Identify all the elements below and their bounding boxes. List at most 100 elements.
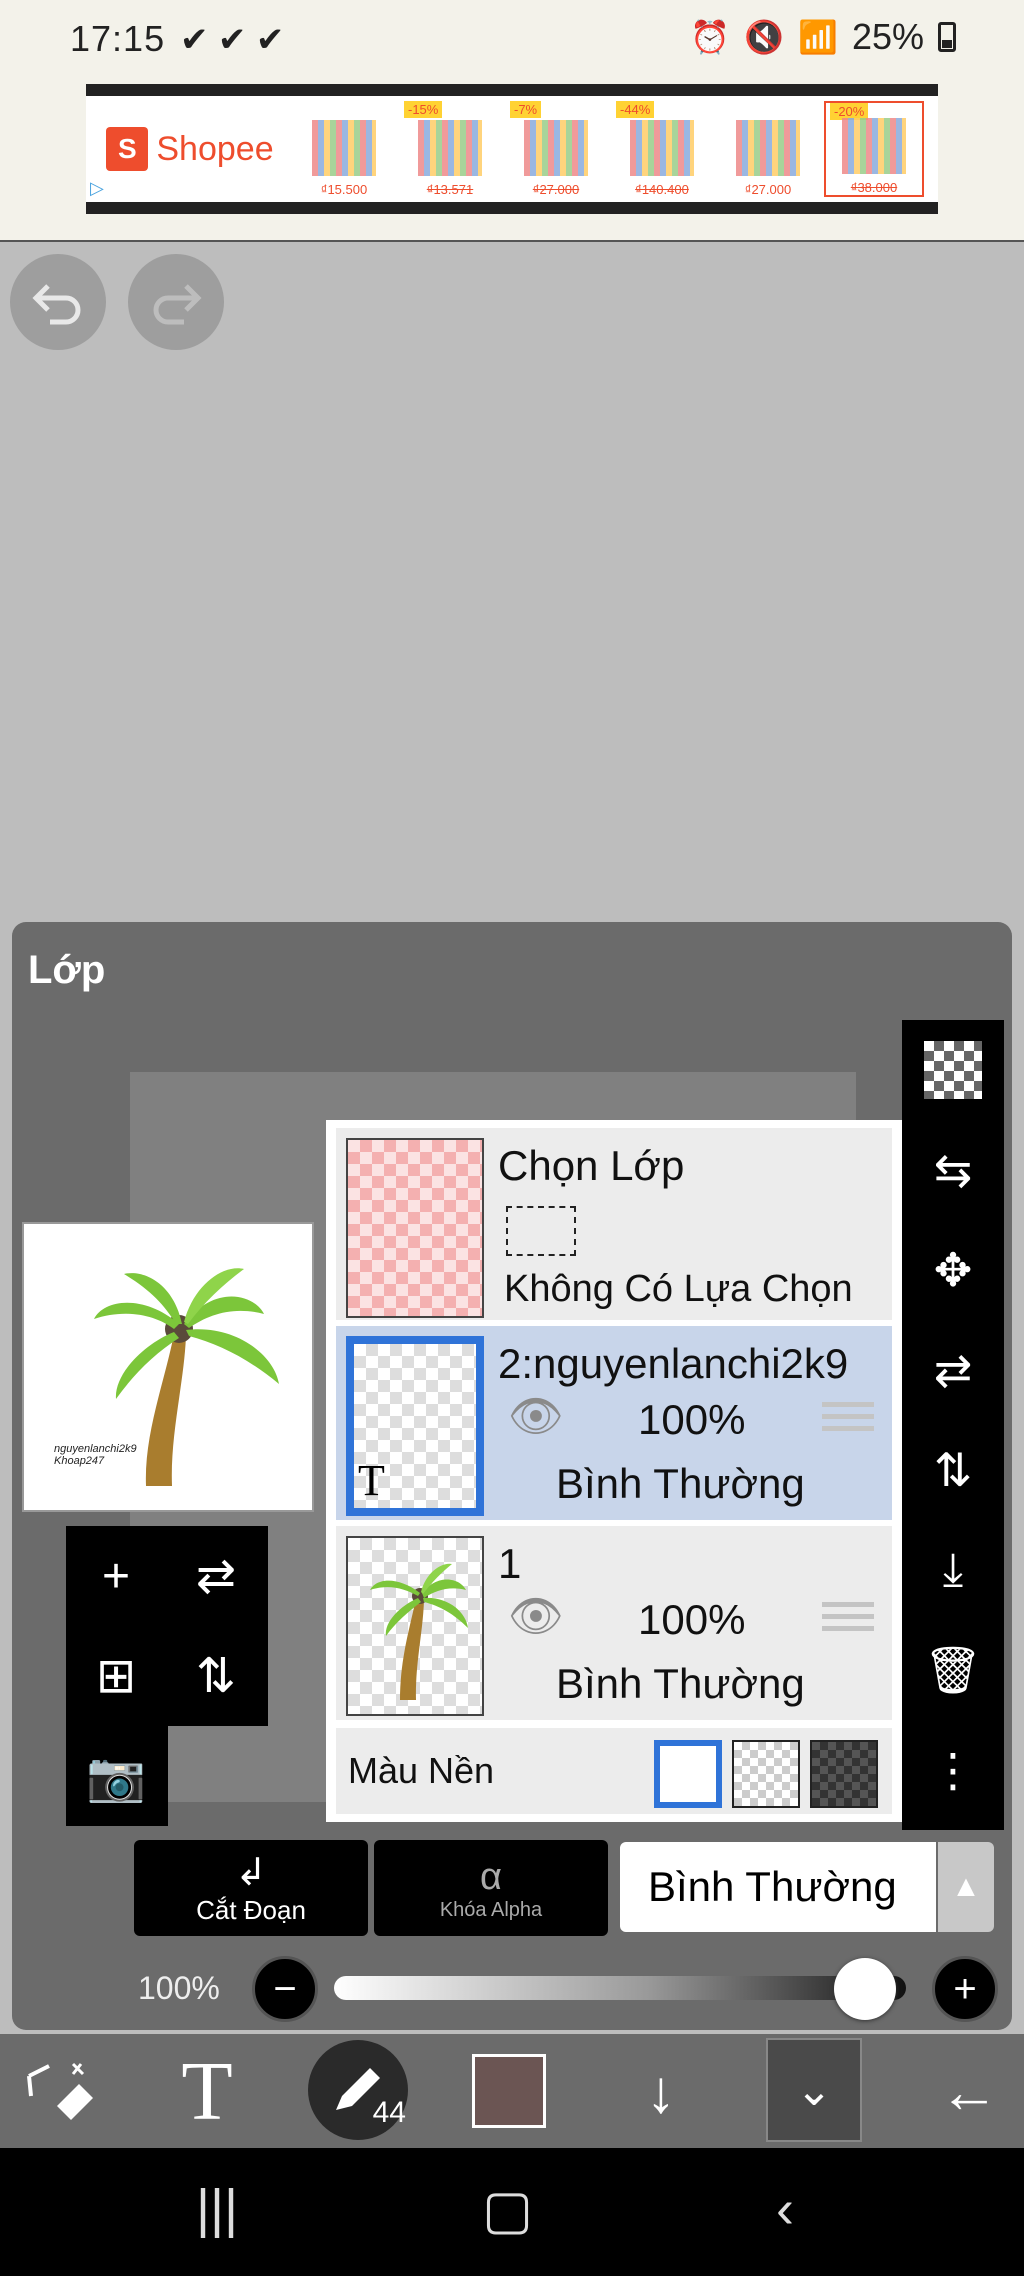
transparent-fill-button[interactable] xyxy=(902,1020,1004,1120)
clipping-label: Cắt Đoạn xyxy=(196,1894,306,1925)
camera-icon: 📷 xyxy=(86,1750,146,1804)
flip-vertical-button[interactable]: ⇅ xyxy=(166,1626,266,1726)
background-transparent-swatch[interactable] xyxy=(732,1740,800,1808)
opacity-increase-button[interactable]: + xyxy=(932,1956,998,2022)
recent-apps-icon[interactable]: ||| xyxy=(196,2178,238,2240)
layer-row-1[interactable]: 1 👁 100% Bình Thường xyxy=(336,1526,892,1720)
undo-button[interactable] xyxy=(10,254,106,350)
camera-tool: 📷 xyxy=(66,1726,168,1826)
shopee-brand: Shopee xyxy=(156,129,274,168)
battery-icon xyxy=(938,22,956,52)
layer-blend-mode: Bình Thường xyxy=(556,1460,805,1507)
layer-list: Chọn Lớp Không Có Lựa Chọn T 2:nguyenlan… xyxy=(326,1120,902,1822)
ad-product[interactable]: -20% ₫38.000 xyxy=(824,101,924,197)
delete-layer-button[interactable]: 🗑 xyxy=(902,1620,1004,1720)
flip-horizontal-button[interactable]: ⇄ xyxy=(166,1526,266,1626)
ad-choices-icon[interactable]: ▷ xyxy=(90,178,112,200)
svg-text:nguyenlanchi2k9: nguyenlanchi2k9 xyxy=(54,1443,137,1455)
redo-button[interactable] xyxy=(128,254,224,350)
background-dark-swatch[interactable] xyxy=(810,1740,878,1808)
alpha-lock-label: Khóa Alpha xyxy=(439,1898,543,1921)
ad-product[interactable]: -44% ₫140.400 xyxy=(612,101,712,197)
flip-vertical-icon: ⇅ xyxy=(933,1444,973,1496)
status-time: 17:15 xyxy=(70,18,166,59)
shopee-bag-icon: S xyxy=(106,127,149,171)
duplicate-icon: ⊞ xyxy=(95,1650,137,1703)
flip-vertical-side-button[interactable]: ⇅ xyxy=(902,1420,1004,1520)
arrow-down-icon: ↓ xyxy=(646,2057,676,2125)
text-tool-button[interactable]: T xyxy=(152,2034,262,2148)
product-price: ₫27.000 xyxy=(532,182,580,197)
flip-horizontal-icon: ⇄ xyxy=(933,1344,973,1396)
plus-icon: + xyxy=(953,1966,977,2011)
background-color-label: Màu Nền xyxy=(348,1750,495,1791)
selection-layer-thumbnail xyxy=(346,1138,484,1318)
layer-name[interactable]: 1 xyxy=(498,1540,521,1588)
merge-down-button[interactable]: ⤓ xyxy=(902,1520,1004,1620)
background-white-swatch[interactable] xyxy=(654,1740,722,1808)
product-image xyxy=(524,120,588,176)
flip-horizontal-side-button[interactable]: ⇄ xyxy=(902,1320,1004,1420)
layer-name[interactable]: 2:nguyenlanchi2k9 xyxy=(498,1340,848,1388)
panel-title: Lớp xyxy=(28,948,106,992)
home-icon[interactable]: ▢ xyxy=(482,2178,533,2241)
artwork-preview[interactable]: nguyenlanchi2k9 Khoap247 xyxy=(22,1222,314,1512)
drag-handle[interactable] xyxy=(822,1402,874,1436)
layer-tool-grid: + ⇄ ⊞ ⇅ xyxy=(66,1526,268,1726)
back-nav-icon[interactable]: ‹ xyxy=(776,2178,794,2240)
opacity-slider-thumb[interactable] xyxy=(834,1958,896,2020)
eye-icon[interactable]: 👁 xyxy=(508,1390,564,1442)
color-picker-button[interactable] xyxy=(472,2054,546,2128)
shopee-logo[interactable]: S Shopee xyxy=(86,96,294,202)
background-color-row: Màu Nền xyxy=(336,1728,892,1814)
layers-button[interactable]: ⌄ xyxy=(766,2038,862,2142)
move-icon: ✥ xyxy=(933,1244,973,1296)
ad-product[interactable]: -15% ₫13.571 xyxy=(400,101,500,197)
opacity-decrease-button[interactable]: − xyxy=(252,1956,318,2022)
more-button[interactable]: ⋮ xyxy=(902,1720,1004,1820)
ad-product[interactable]: ₫27.000 xyxy=(718,101,818,197)
layer-row-2[interactable]: T 2:nguyenlanchi2k9 👁 100% Bình Thường xyxy=(336,1326,892,1520)
blend-mode-dropdown-button[interactable]: ▲ xyxy=(938,1842,994,1932)
alpha-lock-button[interactable]: α Khóa Alpha xyxy=(374,1840,608,1936)
add-layer-button[interactable]: + xyxy=(66,1526,166,1626)
product-image xyxy=(630,120,694,176)
brush-tool-button[interactable]: 44 xyxy=(308,2040,408,2140)
product-discount-badge: -44% xyxy=(616,101,655,118)
alarm-icon: ⏰ xyxy=(690,19,731,55)
clipping-button[interactable]: ↲ Cắt Đoạn xyxy=(134,1840,368,1936)
selection-layer-row[interactable]: Chọn Lớp Không Có Lựa Chọn xyxy=(336,1128,892,1320)
layer-panel: Lớp nguyenlanchi2k9 Khoap247 + ⇄ ⊞ ⇅ 📷 C… xyxy=(12,922,1012,2030)
layer-thumbnail: T xyxy=(346,1336,484,1516)
undo-icon xyxy=(32,284,81,325)
ad-product[interactable]: ₫15.500 xyxy=(294,101,394,197)
text-layer-icon: T xyxy=(358,1456,385,1505)
move-down-button[interactable]: ↓ xyxy=(606,2034,716,2148)
product-discount-badge: -15% xyxy=(404,101,443,118)
move-button[interactable]: ✥ xyxy=(902,1220,1004,1320)
product-image xyxy=(418,120,482,176)
minus-icon: − xyxy=(273,1966,297,2011)
blend-mode-select[interactable]: Bình Thường xyxy=(620,1842,936,1932)
palm-tree-thumbnail xyxy=(370,1563,468,1700)
drag-handle[interactable] xyxy=(822,1602,874,1636)
opacity-slider-track[interactable] xyxy=(334,1976,906,2000)
lock-icon: α xyxy=(480,1855,502,1898)
swap-layer-button[interactable]: ⇆ xyxy=(902,1120,1004,1220)
camera-button[interactable]: 📷 xyxy=(66,1726,166,1826)
selection-tool-button[interactable] xyxy=(6,2034,116,2148)
ad-banner[interactable]: S Shopee ▷ ₫15.500 -15% ₫13.571 -7% ₫27.… xyxy=(86,84,938,214)
product-discount-badge: -7% xyxy=(510,101,542,118)
eye-icon[interactable]: 👁 xyxy=(508,1590,564,1642)
wifi-icon: 📶 xyxy=(798,19,838,55)
back-button[interactable]: ← xyxy=(914,2034,1024,2148)
product-price: ₫15.500 xyxy=(320,182,368,197)
layer-thumbnail xyxy=(346,1536,484,1716)
redo-icon xyxy=(153,284,202,325)
product-price: ₫27.000 xyxy=(744,182,792,197)
duplicate-layer-button[interactable]: ⊞ xyxy=(66,1626,166,1726)
more-vertical-icon: ⋮ xyxy=(930,1744,976,1796)
ad-product[interactable]: -7% ₫27.000 xyxy=(506,101,606,197)
trash-icon: 🗑 xyxy=(923,1643,983,1696)
svg-text:Khoap247: Khoap247 xyxy=(54,1455,105,1467)
